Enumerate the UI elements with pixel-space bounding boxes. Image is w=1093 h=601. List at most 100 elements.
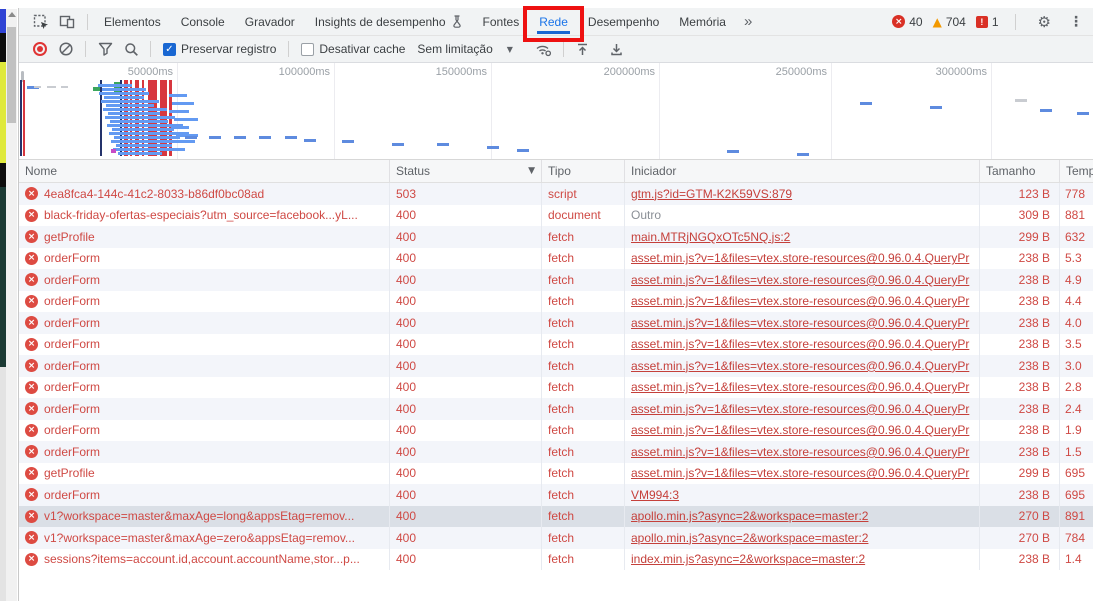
request-name-cell[interactable]: ×orderForm: [19, 334, 390, 356]
table-row[interactable]: ×orderForm400fetchVM994:3238 B695: [19, 484, 1093, 506]
kebab-menu-icon[interactable]: ⋮: [1067, 14, 1089, 30]
request-type-cell[interactable]: document: [542, 205, 625, 227]
request-initiator-cell[interactable]: asset.min.js?v=1&files=vtex.store-resour…: [625, 355, 980, 377]
request-type-cell[interactable]: fetch: [542, 291, 625, 313]
request-status-cell[interactable]: 400: [390, 441, 542, 463]
request-initiator-cell[interactable]: asset.min.js?v=1&files=vtex.store-resour…: [625, 291, 980, 313]
scrollbar-thumb[interactable]: [7, 27, 16, 123]
device-toolbar-icon[interactable]: [55, 10, 79, 34]
request-initiator-cell[interactable]: asset.min.js?v=1&files=vtex.store-resour…: [625, 269, 980, 291]
table-row[interactable]: ×sessions?items=account.id,account.accou…: [19, 549, 1093, 571]
request-name-cell[interactable]: ×getProfile: [19, 226, 390, 248]
initiator-link[interactable]: main.MTRjNGQxOTc5NQ.js:2: [631, 230, 790, 244]
initiator-link[interactable]: asset.min.js?v=1&files=vtex.store-resour…: [631, 251, 969, 265]
request-initiator-cell[interactable]: VM994:3: [625, 484, 980, 506]
disable-cache-checkbox[interactable]: Desativar cache: [301, 42, 405, 56]
initiator-link[interactable]: gtm.js?id=GTM-K2K59VS:879: [631, 187, 792, 201]
request-type-cell[interactable]: fetch: [542, 420, 625, 442]
request-name-cell[interactable]: ×v1?workspace=master&maxAge=long&appsEta…: [19, 506, 390, 528]
request-status-cell[interactable]: 400: [390, 269, 542, 291]
tab-memory[interactable]: Memória: [669, 8, 736, 35]
table-row[interactable]: ×v1?workspace=master&maxAge=zero&appsEta…: [19, 527, 1093, 549]
request-status-cell[interactable]: 400: [390, 355, 542, 377]
table-row[interactable]: ×orderForm400fetchasset.min.js?v=1&files…: [19, 312, 1093, 334]
table-row[interactable]: ×orderForm400fetch asset.min.js?v=1&files…: [19, 398, 1093, 420]
initiator-link[interactable]: asset.min.js?v=1&files=vtex.store-resour…: [631, 402, 969, 416]
column-header-size[interactable]: Tamanho: [980, 160, 1060, 182]
table-row[interactable]: ×getProfile400fetch main.MTRjNGQxOTc5NQ.j…: [19, 226, 1093, 248]
request-status-cell[interactable]: 503: [390, 183, 542, 205]
warnings-badge[interactable]: ▲ 704: [933, 15, 966, 29]
request-name-cell[interactable]: ×orderForm: [19, 291, 390, 313]
request-initiator-cell[interactable]: apollo.min.js?async=2&workspace=master:2: [625, 527, 980, 549]
request-name-cell[interactable]: ×orderForm: [19, 312, 390, 334]
initiator-link[interactable]: asset.min.js?v=1&files=vtex.store-resour…: [631, 359, 969, 373]
initiator-link[interactable]: asset.min.js?v=1&files=vtex.store-resour…: [631, 380, 969, 394]
request-status-cell[interactable]: 400: [390, 527, 542, 549]
table-row[interactable]: ×orderForm400fetchasset.min.js?v=1&files…: [19, 269, 1093, 291]
request-status-cell[interactable]: 400: [390, 549, 542, 571]
request-name-cell[interactable]: ×orderForm: [19, 441, 390, 463]
request-name-cell[interactable]: ×sessions?items=account.id,account.accou…: [19, 549, 390, 571]
search-icon[interactable]: [120, 38, 142, 60]
network-conditions-icon[interactable]: [533, 38, 555, 60]
table-row[interactable]: ×getProfile400fetchasset.min.js?v=1&file…: [19, 463, 1093, 485]
request-initiator-cell[interactable]: Outro: [625, 205, 980, 227]
request-initiator-cell[interactable]: apollo.min.js?async=2&workspace=master:2: [625, 506, 980, 528]
request-initiator-cell[interactable]: asset.min.js?v=1&files=vtex.store-resour…: [625, 334, 980, 356]
request-initiator-cell[interactable]: asset.min.js?v=1&files=vtex.store-resour…: [625, 441, 980, 463]
request-type-cell[interactable]: fetch: [542, 226, 625, 248]
request-status-cell[interactable]: 400: [390, 312, 542, 334]
request-name-cell[interactable]: ×orderForm: [19, 398, 390, 420]
request-type-cell[interactable]: fetch: [542, 441, 625, 463]
record-network-log-button[interactable]: [29, 38, 51, 60]
tab-performance[interactable]: Desempenho: [578, 8, 669, 35]
column-header-type[interactable]: Tipo: [542, 160, 625, 182]
tab-console[interactable]: Console: [171, 8, 235, 35]
tab-elements[interactable]: Elementos: [94, 8, 171, 35]
request-name-cell[interactable]: ×orderForm: [19, 355, 390, 377]
request-initiator-cell[interactable]: index.min.js?async=2&workspace=master:2: [625, 549, 980, 571]
table-row[interactable]: ×orderForm400fetch asset.min.js?v=1&files…: [19, 355, 1093, 377]
table-row[interactable]: ×orderForm400fetchasset.min.js?v=1&files…: [19, 377, 1093, 399]
request-initiator-cell[interactable]: asset.min.js?v=1&files=vtex.store-resour…: [625, 312, 980, 334]
request-type-cell[interactable]: fetch: [542, 463, 625, 485]
initiator-link[interactable]: asset.min.js?v=1&files=vtex.store-resour…: [631, 423, 969, 437]
column-header-initiator[interactable]: Iniciador: [625, 160, 980, 182]
column-header-status[interactable]: Status▼: [390, 160, 542, 182]
column-header-name[interactable]: Nome: [19, 160, 390, 182]
page-scrollbar[interactable]: [6, 9, 17, 601]
request-type-cell[interactable]: fetch: [542, 248, 625, 270]
table-row[interactable]: ×orderForm400fetchasset.min.js?v=1&files…: [19, 248, 1093, 270]
request-type-cell[interactable]: fetch: [542, 484, 625, 506]
initiator-link[interactable]: asset.min.js?v=1&files=vtex.store-resour…: [631, 316, 969, 330]
issues-badge[interactable]: ! 1: [976, 15, 999, 29]
request-name-cell[interactable]: ×orderForm: [19, 484, 390, 506]
request-initiator-cell[interactable]: gtm.js?id=GTM-K2K59VS:879: [625, 183, 980, 205]
request-status-cell[interactable]: 400: [390, 398, 542, 420]
tab-network[interactable]: Rede: [529, 8, 578, 35]
initiator-link[interactable]: asset.min.js?v=1&files=vtex.store-resour…: [631, 445, 969, 459]
initiator-link[interactable]: apollo.min.js?async=2&workspace=master:2: [631, 509, 868, 523]
request-type-cell[interactable]: fetch: [542, 269, 625, 291]
request-status-cell[interactable]: 400: [390, 420, 542, 442]
request-type-cell[interactable]: fetch: [542, 355, 625, 377]
scroll-up-arrow-icon[interactable]: [8, 12, 16, 17]
request-status-cell[interactable]: 400: [390, 226, 542, 248]
table-row[interactable]: ×v1?workspace=master&maxAge=long&appsEta…: [19, 506, 1093, 528]
column-header-time[interactable]: Tempo: [1060, 160, 1093, 182]
request-initiator-cell[interactable]: asset.min.js?v=1&files=vtex.store-resour…: [625, 377, 980, 399]
initiator-link[interactable]: asset.min.js?v=1&files=vtex.store-resour…: [631, 466, 969, 480]
request-name-cell[interactable]: ×getProfile: [19, 463, 390, 485]
request-name-cell[interactable]: ×4ea8fca4-144c-41c2-8033-b86df0bc08ad: [19, 183, 390, 205]
request-type-cell[interactable]: fetch: [542, 398, 625, 420]
request-status-cell[interactable]: 400: [390, 291, 542, 313]
request-initiator-cell[interactable]: asset.min.js?v=1&files=vtex.store-resour…: [625, 248, 980, 270]
tab-performance-insights[interactable]: Insights de desempenho: [305, 8, 473, 35]
errors-badge[interactable]: × 40: [892, 15, 922, 29]
table-row[interactable]: ×orderForm400fetchasset.min.js?v=1&files…: [19, 334, 1093, 356]
settings-gear-icon[interactable]: ⚙: [1032, 13, 1057, 31]
request-status-cell[interactable]: 400: [390, 506, 542, 528]
request-initiator-cell[interactable]: main.MTRjNGQxOTc5NQ.js:2: [625, 226, 980, 248]
export-har-icon[interactable]: [606, 38, 628, 60]
